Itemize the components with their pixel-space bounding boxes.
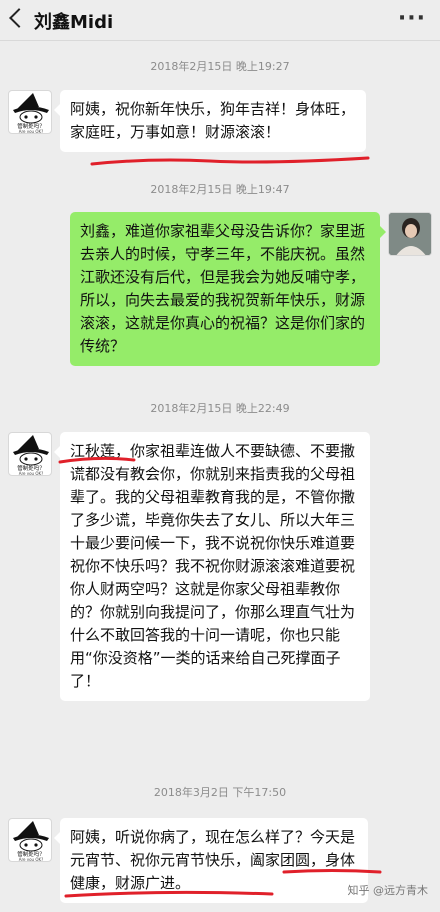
avatar-meme-icon: 管制处吗？ Are you OK? bbox=[13, 435, 49, 476]
avatar-caption-bottom: Are you OK? bbox=[19, 129, 44, 134]
avatar-meme-icon: 管制处吗？ Are you OK? bbox=[13, 93, 49, 134]
avatar[interactable] bbox=[388, 212, 432, 256]
chat-title: 刘鑫Midi bbox=[34, 12, 114, 33]
timestamp: 2018年2月15日 晚上19:27 bbox=[150, 60, 290, 73]
avatar[interactable]: 管制处吗？ Are you OK? bbox=[8, 432, 52, 476]
chevron-left-icon[interactable] bbox=[9, 8, 29, 28]
avatar-caption-bottom: Are you OK? bbox=[19, 857, 44, 862]
avatar-caption-bottom: Are you OK? bbox=[19, 471, 44, 476]
timestamp: 2018年2月15日 晚上22:49 bbox=[150, 402, 290, 415]
avatar[interactable]: 管制处吗？ Are you OK? bbox=[8, 90, 52, 134]
message-bubble-received[interactable]: 阿姨，祝你新年快乐，狗年吉祥！身体旺，家庭旺，万事如意！财源滚滚！ bbox=[54, 90, 366, 152]
message-bubble-sent[interactable]: 刘鑫，难道你家祖辈父母没告诉你？家里逝去亲人的时候，守孝三年，不能庆祝。虽然江歌… bbox=[70, 212, 386, 366]
watermark: 知乎 @远方青木 bbox=[347, 884, 429, 897]
red-underline-annotation bbox=[90, 156, 370, 166]
top-bar: 刘鑫Midi ··· bbox=[0, 0, 440, 41]
message-bubble-received[interactable]: 江秋莲，你家祖辈连做人不要缺德、不要撒谎都没有教会你，你就别来指责我的父母祖辈了… bbox=[54, 432, 370, 701]
avatar-photo-icon bbox=[389, 213, 431, 255]
avatar-meme-icon: 管制处吗？ Are you OK? bbox=[13, 821, 49, 862]
avatar[interactable]: 管制处吗？ Are you OK? bbox=[8, 818, 52, 862]
timestamp: 2018年3月2日 下午17:50 bbox=[153, 786, 287, 799]
more-dots-icon[interactable]: ··· bbox=[398, 6, 426, 31]
message-bubble-received[interactable]: 阿姨，听说你病了，现在怎么样了？今天是元宵节、祝你元宵节快乐，阖家团圆，身体健康… bbox=[54, 818, 368, 903]
timestamp: 2018年2月15日 晚上19:47 bbox=[150, 183, 290, 196]
